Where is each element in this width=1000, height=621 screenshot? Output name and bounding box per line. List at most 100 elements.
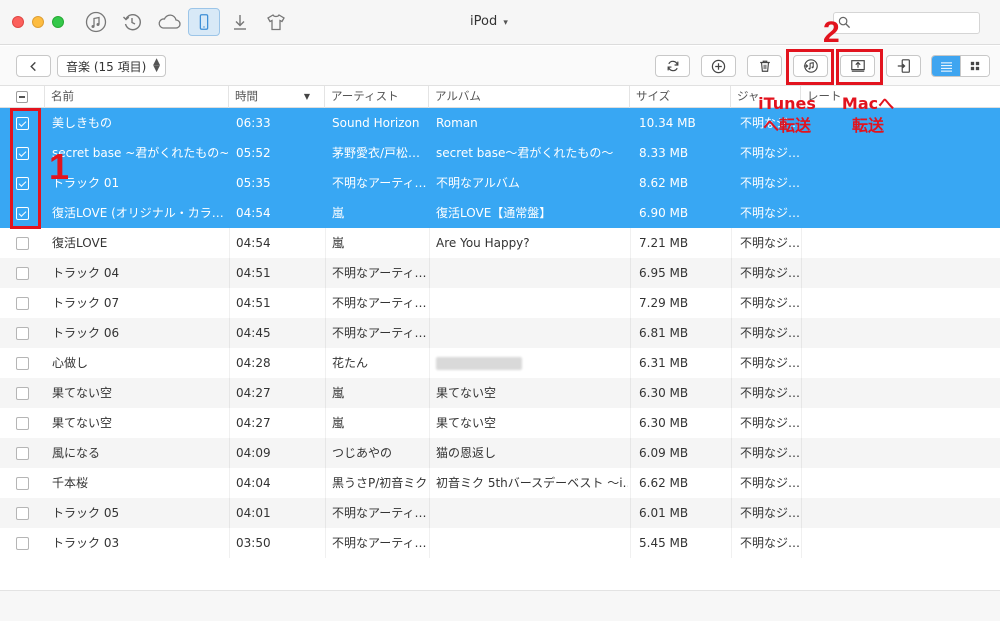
row-checkbox[interactable] (16, 417, 29, 430)
category-select[interactable]: 音楽 (15 項目) ▲ ▼ (57, 55, 166, 77)
cell-time: 04:27 (236, 416, 271, 430)
grid-view-button[interactable] (960, 56, 989, 76)
column-divider (731, 258, 732, 288)
table-row[interactable]: トラック 04 04:51 不明なアーティ… 6.95 MB 不明なジ… (0, 258, 1000, 288)
table-row[interactable]: 果てない空 04:27 嵐 果てない空 6.30 MB 不明なジ… (0, 378, 1000, 408)
status-bar (0, 590, 1000, 621)
column-header-album[interactable]: アルバム (429, 86, 630, 108)
select-all-checkbox[interactable] (16, 91, 28, 103)
column-header-artist[interactable]: アーティスト (325, 86, 429, 108)
column-header-name[interactable]: 名前 (45, 86, 229, 108)
table-row[interactable]: トラック 01 05:35 不明なアーティ… 不明なアルバム 8.62 MB 不明なジ… (0, 168, 1000, 198)
trash-icon (759, 60, 770, 72)
cell-size: 10.34 MB (639, 116, 696, 130)
table-row[interactable]: トラック 07 04:51 不明なアーティ… 7.29 MB 不明なジ… (0, 288, 1000, 318)
column-divider (801, 348, 802, 378)
column-divider (731, 288, 732, 318)
device-icon (199, 14, 209, 30)
download-icon[interactable] (228, 10, 252, 34)
restore-icon[interactable] (120, 10, 144, 34)
cell-genre: 不明なジ… (740, 506, 800, 520)
row-checkbox[interactable] (16, 297, 29, 310)
cell-artist: 不明なアーティ… (332, 176, 427, 190)
row-checkbox[interactable] (16, 477, 29, 490)
table-row[interactable]: 風になる 04:09 つじあやの 猫の恩返し 6.09 MB 不明なジ… (0, 438, 1000, 468)
minimize-window-button[interactable] (32, 16, 44, 28)
list-view-button[interactable] (932, 56, 961, 76)
column-divider (630, 258, 631, 288)
updown-chevron-icon: ▲ ▼ (153, 57, 160, 74)
column-divider (429, 408, 430, 438)
cell-genre: 不明なジ… (740, 236, 800, 250)
cell-artist: 不明なアーティ… (332, 326, 427, 340)
column-divider (630, 438, 631, 468)
column-divider (630, 288, 631, 318)
delete-button[interactable] (747, 55, 782, 77)
row-checkbox[interactable] (16, 387, 29, 400)
column-divider (325, 318, 326, 348)
row-checkbox[interactable] (16, 267, 29, 280)
cell-size: 8.33 MB (639, 146, 689, 160)
row-checkbox[interactable] (16, 447, 29, 460)
cell-size: 6.01 MB (639, 506, 689, 520)
table-row[interactable]: 果てない空 04:27 嵐 果てない空 6.30 MB 不明なジ… (0, 408, 1000, 438)
table-row[interactable]: secret base ~君がくれたもの~… 05:52 茅野愛衣/戸松… secre… (0, 138, 1000, 168)
music-icon[interactable] (84, 10, 108, 34)
cell-genre: 不明なジ… (740, 176, 800, 190)
table-row[interactable]: 千本桜 04:04 黒うさP/初音ミク 初音ミク 5thバースデーベスト 〜i… 6.6… (0, 468, 1000, 498)
column-header-size[interactable]: サイズ (630, 86, 731, 108)
cell-artist: 不明なアーティ… (332, 536, 427, 550)
chevron-down-icon: ▾ (503, 18, 508, 28)
column-divider (801, 468, 802, 498)
refresh-button[interactable] (655, 55, 690, 77)
column-divider (229, 228, 230, 258)
cell-genre: 不明なジ… (740, 206, 800, 220)
column-header-time-label: 時間 (235, 89, 258, 103)
row-checkbox[interactable] (16, 537, 29, 550)
cell-time: 05:35 (236, 176, 271, 190)
column-divider (429, 528, 430, 558)
table-row[interactable]: 心做し 04:28 花たん 6.31 MB 不明なジ… (0, 348, 1000, 378)
column-divider (801, 408, 802, 438)
column-divider (801, 378, 802, 408)
cell-size: 6.31 MB (639, 356, 689, 370)
window-title-text: iPod (470, 14, 498, 29)
column-divider (801, 288, 802, 318)
column-header-time[interactable]: 時間 ▼ (229, 86, 325, 108)
column-divider (429, 468, 430, 498)
column-divider (325, 348, 326, 378)
transfer-to-device-button[interactable] (886, 55, 921, 77)
cloud-icon[interactable] (155, 10, 183, 34)
table-row[interactable]: 復活LOVE 04:54 嵐 Are You Happy? 7.21 MB 不明なジ… (0, 228, 1000, 258)
column-divider (325, 258, 326, 288)
row-checkbox[interactable] (16, 327, 29, 340)
search-input[interactable] (833, 12, 980, 34)
cell-album: Are You Happy? (436, 236, 530, 250)
annotation-itunes-label-line1: iTunes (758, 94, 816, 113)
column-divider (429, 378, 430, 408)
row-checkbox[interactable] (16, 507, 29, 520)
cell-size: 6.62 MB (639, 476, 689, 490)
cell-genre: 不明なジ… (740, 476, 800, 490)
zoom-window-button[interactable] (52, 16, 64, 28)
cell-album (436, 498, 628, 528)
row-checkbox[interactable] (16, 237, 29, 250)
column-divider (325, 228, 326, 258)
cell-genre: 不明なジ… (740, 386, 800, 400)
device-button[interactable] (188, 8, 220, 36)
column-divider (325, 288, 326, 318)
window-title[interactable]: iPod ▾ (470, 14, 508, 29)
cell-genre: 不明なジ… (740, 296, 800, 310)
table-row[interactable]: トラック 05 04:01 不明なアーティ… 6.01 MB 不明なジ… (0, 498, 1000, 528)
table-row[interactable]: トラック 06 04:45 不明なアーティ… 6.81 MB 不明なジ… (0, 318, 1000, 348)
close-window-button[interactable] (12, 16, 24, 28)
add-button[interactable] (701, 55, 736, 77)
add-icon (711, 59, 726, 73)
tshirt-icon[interactable] (264, 10, 288, 34)
column-divider (429, 258, 430, 288)
cell-time: 04:45 (236, 326, 271, 340)
back-button[interactable] (16, 55, 51, 77)
table-row[interactable]: トラック 03 03:50 不明なアーティ… 5.45 MB 不明なジ… (0, 528, 1000, 558)
table-row[interactable]: 復活LOVE (オリジナル・カラ… 04:54 嵐 復活LOVE【通常盤】 6.90 M… (0, 198, 1000, 228)
row-checkbox[interactable] (16, 357, 29, 370)
